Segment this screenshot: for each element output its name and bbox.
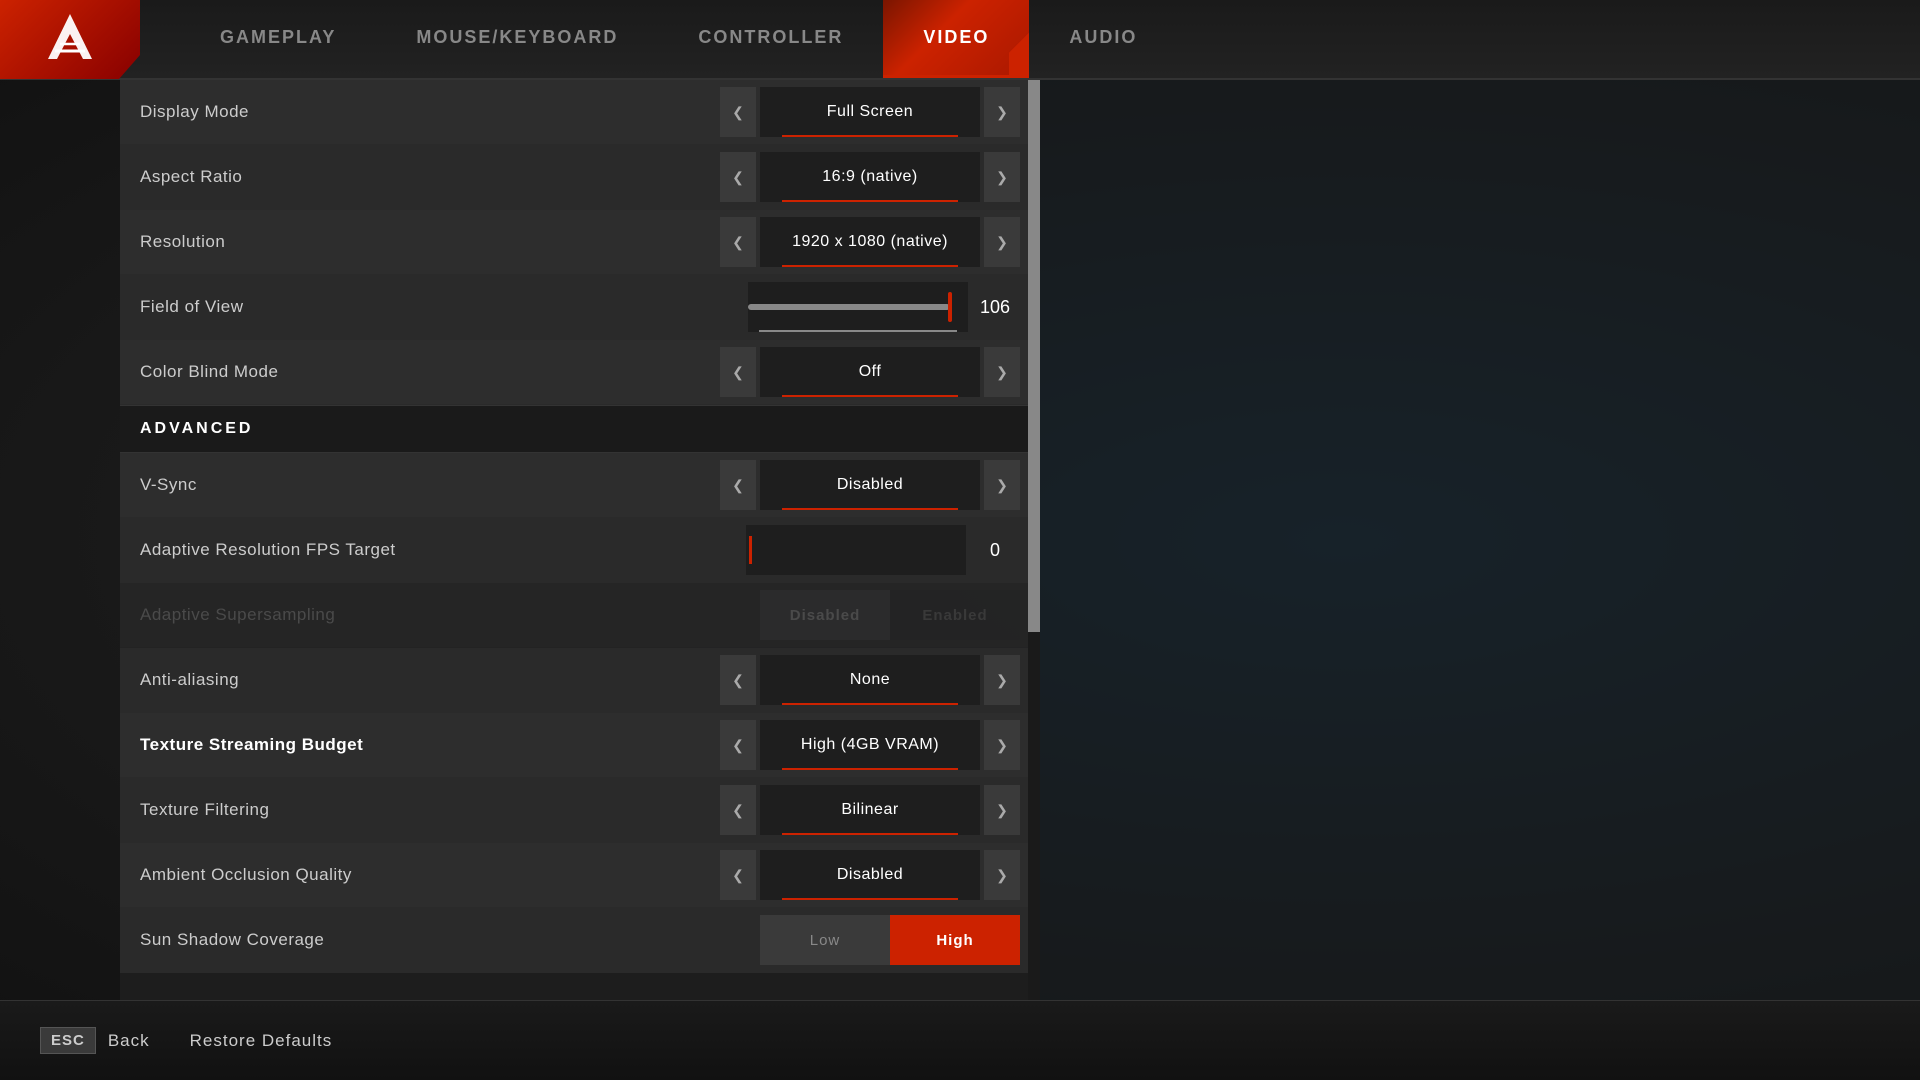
control-texture-filtering: ❮ Bilinear ❯ [720,785,1020,835]
setting-row-display-mode: Display Mode ❮ Full Screen ❯ [120,80,1040,145]
tab-gameplay[interactable]: GAMEPLAY [180,0,376,78]
tab-audio[interactable]: AUDIO [1029,0,1177,78]
setting-row-colorblind: Color Blind Mode ❮ Off ❯ [120,340,1040,405]
vsync-value: Disabled [760,460,980,510]
main-content: Display Mode ❮ Full Screen ❯ Aspect Rati… [120,80,1920,1000]
advanced-section-header: ADVANCED [120,405,1040,453]
adaptive-res-value: 0 [990,540,1020,561]
antialiasing-prev[interactable]: ❮ [720,655,756,705]
label-adaptive-super: Adaptive Supersampling [140,605,760,625]
advanced-title: ADVANCED [140,420,253,437]
control-adaptive-res: 0 [746,525,1020,575]
texture-streaming-value: High (4GB VRAM) [760,720,980,770]
label-aspect-ratio: Aspect Ratio [140,167,720,187]
resolution-next[interactable]: ❯ [984,217,1020,267]
footer: ESC Back Restore Defaults [0,1000,1920,1080]
colorblind-next[interactable]: ❯ [984,347,1020,397]
esc-key-badge: ESC [40,1027,96,1054]
ambient-occlusion-next[interactable]: ❯ [984,850,1020,900]
control-sun-shadow: Low High [760,915,1020,965]
setting-row-ambient-occlusion: Ambient Occlusion Quality ❮ Disabled ❯ [120,843,1040,908]
label-colorblind: Color Blind Mode [140,362,720,382]
footer-restore-label: Restore Defaults [190,1031,333,1051]
setting-row-texture-filtering: Texture Filtering ❮ Bilinear ❯ [120,778,1040,843]
texture-filtering-prev[interactable]: ❮ [720,785,756,835]
texture-filtering-value: Bilinear [760,785,980,835]
aspect-ratio-prev[interactable]: ❮ [720,152,756,202]
footer-back-label: Back [108,1031,150,1051]
scrollbar-thumb[interactable] [1028,80,1040,632]
control-colorblind: ❮ Off ❯ [720,347,1020,397]
adaptive-res-slider[interactable] [746,525,966,575]
ambient-occlusion-prev[interactable]: ❮ [720,850,756,900]
antialiasing-value: None [760,655,980,705]
control-adaptive-super: Disabled Enabled [760,590,1020,640]
label-vsync: V-Sync [140,475,720,495]
resolution-prev[interactable]: ❮ [720,217,756,267]
fov-slider[interactable] [748,282,968,332]
scrollbar-track [1028,80,1040,1000]
tab-video[interactable]: VIDEO [883,0,1029,78]
control-aspect-ratio: ❮ 16:9 (native) ❯ [720,152,1020,202]
texture-streaming-prev[interactable]: ❮ [720,720,756,770]
colorblind-value: Off [760,347,980,397]
label-display-mode: Display Mode [140,102,720,122]
aspect-ratio-next[interactable]: ❯ [984,152,1020,202]
nav-tabs: GAMEPLAY MOUSE/KEYBOARD CONTROLLER VIDEO… [180,0,1177,78]
adaptive-super-disabled[interactable]: Disabled [760,590,890,640]
label-adaptive-res: Adaptive Resolution FPS Target [140,540,746,560]
label-ambient-occlusion: Ambient Occlusion Quality [140,865,720,885]
label-sun-shadow: Sun Shadow Coverage [140,930,760,950]
setting-row-fov: Field of View 106 [120,275,1040,340]
display-mode-value: Full Screen [760,87,980,137]
control-fov: 106 [748,282,1020,332]
fov-value: 106 [980,297,1020,318]
texture-streaming-next[interactable]: ❯ [984,720,1020,770]
setting-row-aspect-ratio: Aspect Ratio ❮ 16:9 (native) ❯ [120,145,1040,210]
label-texture-streaming: Texture Streaming Budget [140,735,720,755]
label-resolution: Resolution [140,232,720,252]
control-display-mode: ❮ Full Screen ❯ [720,87,1020,137]
colorblind-prev[interactable]: ❮ [720,347,756,397]
setting-row-texture-streaming: Texture Streaming Budget ❮ High (4GB VRA… [120,713,1040,778]
texture-filtering-next[interactable]: ❯ [984,785,1020,835]
vsync-next[interactable]: ❯ [984,460,1020,510]
ambient-occlusion-value: Disabled [760,850,980,900]
logo-area [0,0,140,79]
apex-logo-icon [40,9,100,69]
label-fov: Field of View [140,297,748,317]
label-antialiasing: Anti-aliasing [140,670,720,690]
setting-row-adaptive-super: Adaptive Supersampling Disabled Enabled [120,583,1040,648]
tab-mouse-keyboard[interactable]: MOUSE/KEYBOARD [376,0,658,78]
control-resolution: ❮ 1920 x 1080 (native) ❯ [720,217,1020,267]
antialiasing-next[interactable]: ❯ [984,655,1020,705]
footer-restore[interactable]: Restore Defaults [190,1031,333,1051]
display-mode-next[interactable]: ❯ [984,87,1020,137]
resolution-value: 1920 x 1080 (native) [760,217,980,267]
sun-shadow-low[interactable]: Low [760,915,890,965]
vsync-prev[interactable]: ❮ [720,460,756,510]
setting-row-vsync: V-Sync ❮ Disabled ❯ [120,453,1040,518]
setting-row-sun-shadow: Sun Shadow Coverage Low High [120,908,1040,973]
setting-row-adaptive-res: Adaptive Resolution FPS Target 0 [120,518,1040,583]
tab-controller[interactable]: CONTROLLER [658,0,883,78]
aspect-ratio-value: 16:9 (native) [760,152,980,202]
adaptive-super-enabled[interactable]: Enabled [890,590,1020,640]
settings-panel: Display Mode ❮ Full Screen ❯ Aspect Rati… [120,80,1040,1000]
setting-row-antialiasing: Anti-aliasing ❮ None ❯ [120,648,1040,713]
setting-row-resolution: Resolution ❮ 1920 x 1080 (native) ❯ [120,210,1040,275]
control-vsync: ❮ Disabled ❯ [720,460,1020,510]
control-ambient-occlusion: ❮ Disabled ❯ [720,850,1020,900]
display-mode-prev[interactable]: ❮ [720,87,756,137]
control-antialiasing: ❮ None ❯ [720,655,1020,705]
control-texture-streaming: ❮ High (4GB VRAM) ❯ [720,720,1020,770]
footer-back[interactable]: ESC Back [40,1027,150,1054]
settings-list: Display Mode ❮ Full Screen ❯ Aspect Rati… [120,80,1040,1000]
sun-shadow-high[interactable]: High [890,915,1020,965]
header: GAMEPLAY MOUSE/KEYBOARD CONTROLLER VIDEO… [0,0,1920,80]
label-texture-filtering: Texture Filtering [140,800,720,820]
right-panel [1040,80,1920,1000]
